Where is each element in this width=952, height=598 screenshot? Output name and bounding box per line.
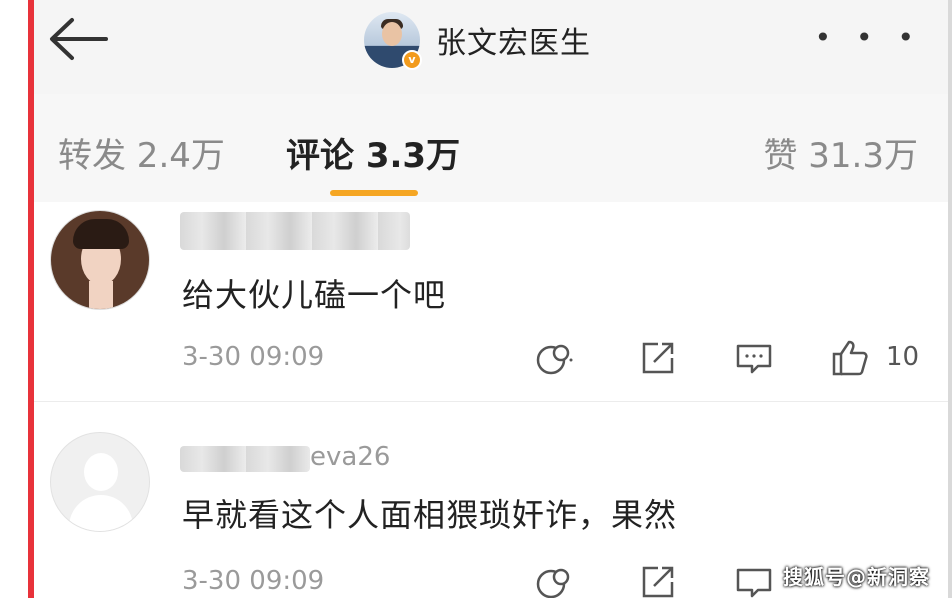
comment-icon [736, 568, 772, 598]
tab-comments[interactable]: 评论 3.3万 [286, 128, 460, 177]
blurred-username[interactable] [180, 212, 410, 250]
share-icon [642, 566, 674, 598]
comment-icon [736, 344, 772, 374]
profile-title[interactable]: v 张文宏医生 [364, 10, 591, 70]
source-watermark: 搜狐号@新洞察 [783, 565, 930, 589]
share-icon [642, 342, 674, 374]
tab-reposts[interactable]: 转发 2.4万 [58, 128, 225, 177]
commenter-avatar-default[interactable] [50, 432, 150, 532]
repost-button[interactable] [534, 338, 574, 378]
engagement-tabs: 转发 2.4万 评论 3.3万 赞 31.3万 [34, 94, 948, 202]
more-options-button[interactable]: • • • [815, 24, 922, 52]
comment-text: 早就看这个人面相猥琐奸诈，果然 [182, 496, 678, 534]
tab-likes[interactable]: 赞 31.3万 [763, 128, 918, 177]
active-tab-indicator [330, 190, 418, 196]
comment-text: 给大伙儿磕一个吧 [182, 276, 447, 314]
reply-button[interactable] [734, 562, 774, 598]
like-button[interactable] [830, 338, 870, 378]
blurred-username[interactable] [180, 446, 310, 472]
username-suffix[interactable]: eva26 [310, 442, 390, 472]
comment-timestamp: 3-30 09:09 [182, 342, 325, 372]
reply-button[interactable] [734, 338, 774, 378]
comment-item: 给大伙儿磕一个吧 3-30 09:09 10 [34, 202, 948, 402]
share-button[interactable] [638, 562, 678, 598]
right-border [948, 0, 952, 598]
repost-icon [536, 344, 573, 375]
repost-button[interactable] [534, 562, 574, 598]
author-avatar[interactable]: v [364, 12, 422, 70]
share-button[interactable] [638, 338, 678, 378]
back-button[interactable] [46, 14, 110, 64]
verified-badge-icon: v [402, 50, 422, 70]
repost-icon [536, 568, 570, 598]
screenshot-frame: v 张文宏医生 • • • 转发 2.4万 评论 3.3万 赞 31.3万 给大… [0, 0, 952, 598]
back-arrow-icon [50, 18, 108, 60]
thumbs-up-icon [832, 340, 868, 376]
like-count: 10 [886, 342, 920, 372]
commenter-avatar[interactable] [50, 210, 150, 310]
author-name: 张文宏医生 [436, 26, 591, 61]
top-nav-bar: v 张文宏医生 • • • [34, 0, 948, 94]
comment-timestamp: 3-30 09:09 [182, 566, 325, 596]
